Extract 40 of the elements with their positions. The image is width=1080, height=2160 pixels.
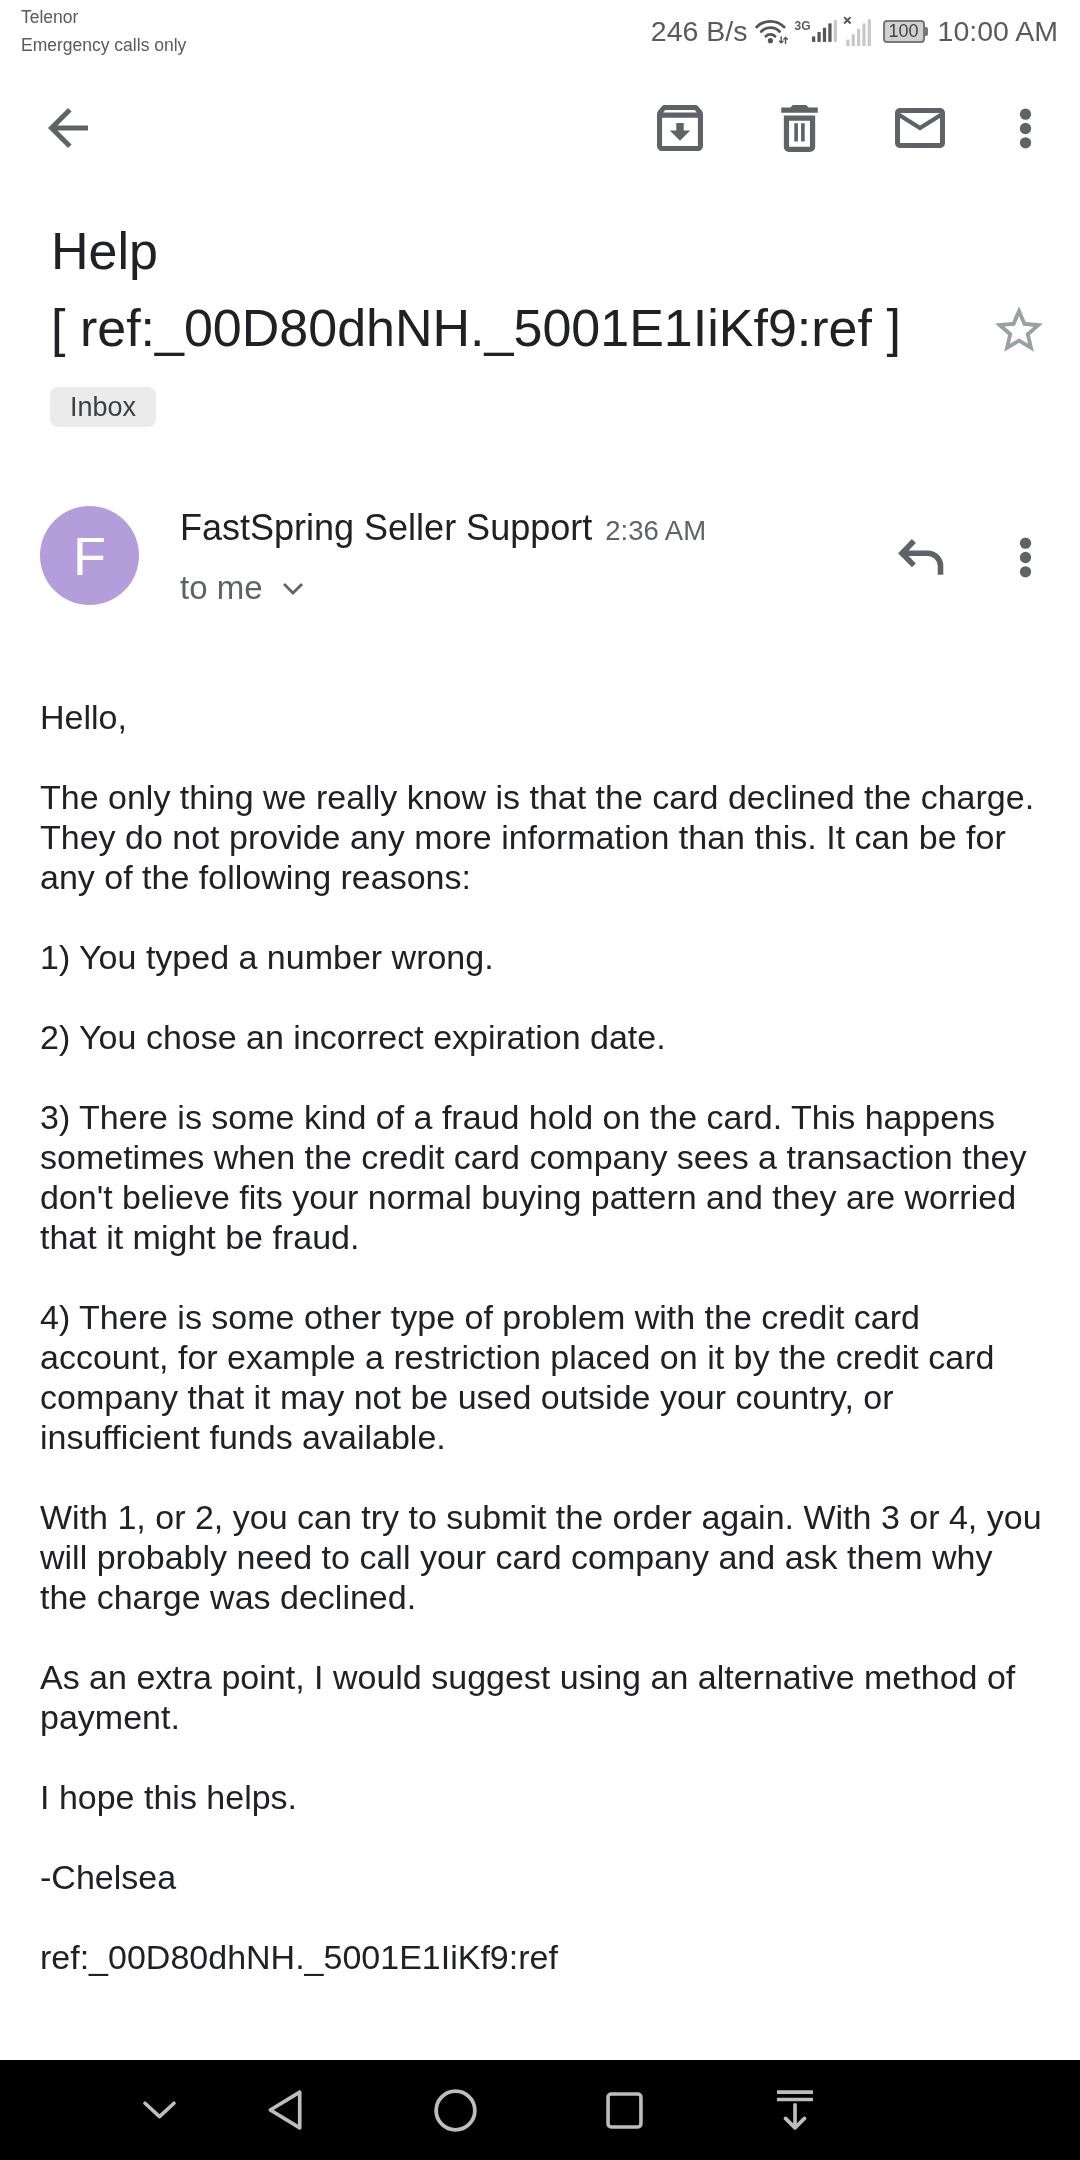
reply-icon[interactable] — [898, 538, 945, 576]
chevron-down-icon — [281, 581, 304, 595]
message-paragraph: As an extra point, I would suggest using an alternative method of payment. — [40, 1657, 1017, 1737]
pull-down-icon[interactable] — [777, 2090, 813, 2130]
delete-icon[interactable] — [781, 104, 818, 152]
mail-icon[interactable] — [895, 108, 945, 148]
back-arrow-icon[interactable] — [48, 108, 88, 148]
label-chip: Inbox — [50, 387, 157, 427]
data-speed-text: 246 B/s — [650, 15, 748, 47]
message-paragraph: -Chelsea — [40, 1857, 178, 1897]
no-signal-icon — [842, 16, 871, 46]
recipients-toggle[interactable]: to me — [180, 568, 304, 608]
message-paragraph: Hello, — [40, 697, 128, 737]
message-paragraph: With 1, or 2, you can try to submit the order again. With 3 or 4, you will probably need to call your card company and ask them why the charge was declined. — [40, 1497, 1043, 1617]
message-paragraph: 2) You chose an incorrect expiration date. — [40, 1017, 667, 1057]
sender-avatar: F — [40, 506, 139, 605]
recent-apps-icon[interactable] — [606, 2091, 643, 2129]
message-paragraph: I hope this helps. — [40, 1777, 299, 1817]
message-paragraph: 4) There is some other type of problem with the credit card account, for example a restriction placed on it by the credit card company that it may not be used outside your country, or insufficient funds available. — [40, 1297, 996, 1457]
sender-name: FastSpring Seller Support — [180, 506, 593, 550]
carrier-name: Telenor — [21, 7, 79, 27]
message-paragraph: The only thing we really know is that the card declined the charge. They do not provide any more information than this. It can be for any of the following reasons: — [40, 777, 1036, 897]
wifi-icon — [753, 17, 789, 45]
clock-time: 10:00 AM — [937, 15, 1058, 47]
email-subject: Help [ ref:_00D80dhNH._5001E1IiKf9:ref ] — [51, 221, 902, 359]
battery-indicator: 100 — [882, 19, 928, 43]
signal-icon — [811, 20, 837, 42]
home-icon[interactable] — [434, 2088, 477, 2132]
more-options-icon[interactable] — [1019, 107, 1032, 149]
message-paragraph: 3) There is some kind of a fraud hold on the card. This happens sometimes when the credit card company sees a transaction they don't believe fits your normal buying pattern and they are worried that it might be fraud. — [40, 1097, 1028, 1257]
back-icon[interactable] — [266, 2089, 303, 2131]
message-paragraph: ref:_00D80dhNH._5001E1IiKf9:ref — [40, 1937, 559, 1977]
archive-icon[interactable] — [657, 105, 703, 151]
sent-time: 2:36 AM — [605, 514, 707, 548]
message-paragraph: 1) You typed a number wrong. — [40, 937, 495, 977]
network-status-text: Emergency calls only — [21, 35, 187, 55]
network-type-label: 3G — [794, 20, 811, 33]
more-options-icon[interactable] — [1019, 536, 1032, 578]
star-outline-icon[interactable] — [995, 306, 1043, 352]
chevron-down-icon[interactable] — [143, 2100, 176, 2120]
